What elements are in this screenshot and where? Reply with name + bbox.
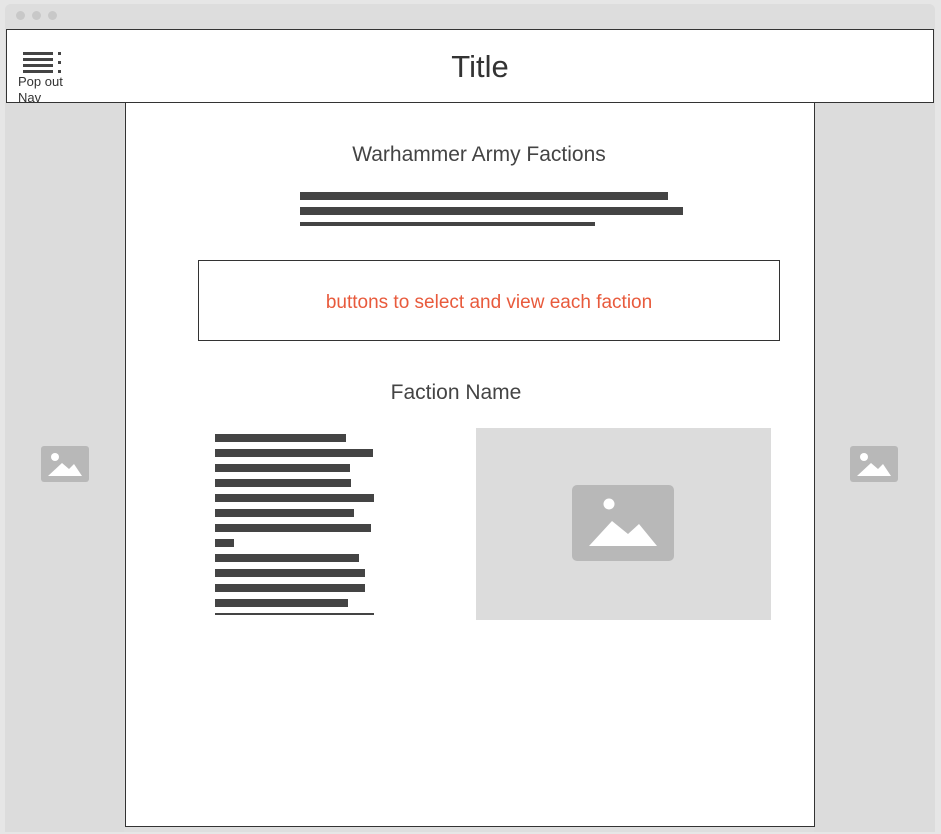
window-close-dot[interactable] (16, 11, 25, 20)
faction-text-line (215, 569, 365, 577)
intro-text-line (300, 207, 683, 215)
window-maximize-dot[interactable] (48, 11, 57, 20)
window-minimize-dot[interactable] (32, 11, 41, 20)
faction-text-line (215, 479, 351, 487)
image-placeholder-icon (850, 446, 898, 482)
faction-text-line (215, 524, 371, 532)
intro-text-line (300, 222, 595, 226)
faction-selector-label: buttons to select and view each faction (325, 292, 653, 313)
image-placeholder-icon (572, 485, 674, 561)
main-content: Warhammer Army Factions buttons to selec… (125, 102, 815, 827)
faction-text-line (215, 613, 374, 615)
faction-text-line (215, 554, 359, 562)
faction-text-line (215, 464, 350, 472)
left-side-panel (5, 103, 124, 832)
content-heading: Warhammer Army Factions (352, 143, 606, 166)
faction-selector-buttons[interactable]: buttons to select and view each faction (198, 260, 780, 341)
faction-text-line (215, 599, 348, 607)
faction-text-line (215, 509, 354, 517)
faction-text-line (215, 584, 365, 592)
image-placeholder-icon (41, 446, 89, 482)
browser-window: Pop out Nav Title Warhammer Army Faction… (5, 4, 935, 832)
page-title: Title (451, 49, 509, 84)
right-side-panel (814, 103, 935, 832)
faction-text-line (215, 449, 373, 457)
faction-image-placeholder (476, 428, 771, 620)
header-bar: Pop out Nav Title (6, 29, 934, 105)
window-titlebar (5, 4, 935, 29)
faction-text-line (215, 539, 234, 547)
faction-text-line (215, 494, 374, 502)
intro-text-line (300, 192, 668, 200)
faction-name-heading: Faction Name (390, 381, 522, 404)
faction-text-line (215, 434, 346, 442)
